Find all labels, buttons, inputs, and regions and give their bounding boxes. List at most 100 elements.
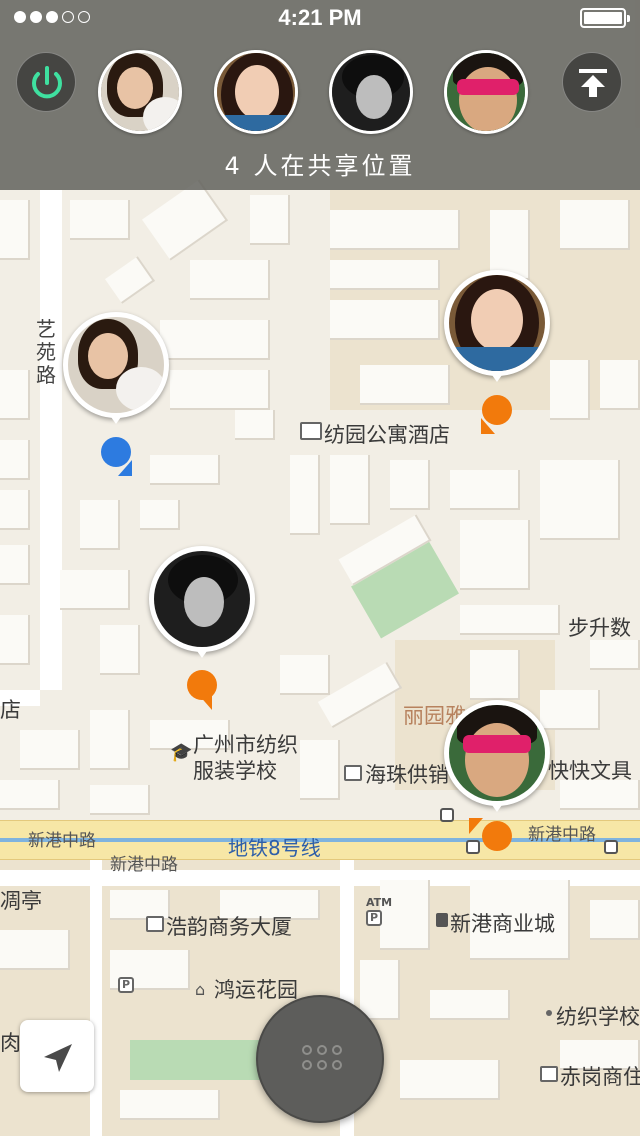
poi-label: 纺园公寓酒店 bbox=[324, 423, 450, 447]
building bbox=[280, 655, 330, 695]
building bbox=[141, 179, 229, 261]
park-area bbox=[130, 1040, 260, 1080]
friend-pin-man-bw[interactable] bbox=[149, 546, 255, 658]
building bbox=[0, 615, 30, 665]
friend-pin-man-sunglasses[interactable] bbox=[444, 700, 550, 812]
poi-label: 浩韵商务大厦 bbox=[166, 915, 292, 939]
building bbox=[90, 710, 130, 770]
building bbox=[600, 360, 640, 410]
building bbox=[550, 360, 590, 420]
building bbox=[160, 320, 270, 360]
avatar-girl-with-cat[interactable] bbox=[98, 50, 182, 134]
status-bar: 4:21 PM bbox=[0, 0, 640, 36]
avatar-man-bw bbox=[154, 551, 250, 647]
building bbox=[330, 455, 370, 525]
building bbox=[560, 200, 630, 250]
power-icon bbox=[32, 66, 62, 99]
location-arrow-icon bbox=[44, 1044, 72, 1072]
atm-label: ATM bbox=[366, 896, 393, 909]
battery-icon bbox=[580, 8, 630, 28]
bus-stop-icon bbox=[604, 840, 618, 854]
building bbox=[330, 260, 440, 290]
building bbox=[0, 200, 30, 260]
avatar-girl-braids bbox=[449, 275, 545, 371]
hotel-icon bbox=[300, 422, 322, 440]
menu-button[interactable] bbox=[256, 995, 384, 1123]
building bbox=[317, 662, 403, 728]
building bbox=[0, 780, 60, 810]
poi-label: 服装学校 bbox=[193, 759, 277, 783]
poi-label: 鸿运花园 bbox=[214, 978, 298, 1002]
home-icon: ⌂ bbox=[195, 980, 206, 999]
building bbox=[150, 455, 220, 485]
building bbox=[0, 545, 30, 585]
move-to-top-button[interactable] bbox=[562, 52, 622, 112]
poi-dot bbox=[546, 1010, 552, 1016]
power-button[interactable] bbox=[16, 52, 76, 112]
building bbox=[390, 460, 430, 510]
building bbox=[590, 640, 640, 670]
poi-label: 快快文具 bbox=[548, 759, 632, 783]
building bbox=[380, 880, 430, 950]
building bbox=[70, 200, 130, 240]
building bbox=[170, 370, 270, 410]
bus-stop-icon bbox=[466, 840, 480, 854]
locate-me-button[interactable] bbox=[20, 1020, 94, 1092]
building bbox=[590, 900, 640, 940]
poi-label: 店 bbox=[0, 698, 21, 722]
building bbox=[250, 195, 290, 245]
heading-arrow bbox=[118, 460, 132, 476]
heading-arrow bbox=[469, 818, 483, 834]
poi-label: 纺织学校 bbox=[556, 1005, 640, 1029]
road-label: 新港中路 bbox=[528, 825, 596, 845]
building bbox=[300, 740, 340, 800]
shopping-icon bbox=[436, 913, 448, 927]
building bbox=[0, 440, 30, 480]
building bbox=[20, 730, 80, 770]
building bbox=[80, 500, 120, 550]
building bbox=[450, 470, 520, 510]
parking-icon: P bbox=[366, 910, 382, 926]
heading-arrow bbox=[481, 418, 495, 434]
parking-icon: P bbox=[118, 977, 134, 993]
school-icon: 🎓 bbox=[170, 742, 193, 763]
building bbox=[330, 210, 460, 250]
building bbox=[360, 365, 450, 405]
building bbox=[0, 930, 70, 970]
avatar-man-bw[interactable] bbox=[329, 50, 413, 134]
building bbox=[235, 410, 275, 440]
road-label: 新港中路 bbox=[28, 831, 96, 851]
building bbox=[0, 490, 30, 530]
road-label: 新港中路 bbox=[110, 855, 178, 875]
building-icon bbox=[540, 1066, 558, 1082]
avatar-man-sunglasses bbox=[449, 705, 545, 801]
building bbox=[470, 650, 520, 700]
building bbox=[90, 785, 150, 815]
road bbox=[90, 860, 102, 1136]
status-time: 4:21 PM bbox=[278, 5, 362, 30]
grid-dots-icon bbox=[302, 1045, 342, 1073]
building bbox=[105, 256, 155, 304]
building bbox=[540, 460, 620, 540]
building bbox=[120, 1090, 220, 1120]
building bbox=[460, 605, 560, 635]
sharing-count-text: 4 人在共享位置 bbox=[224, 152, 416, 180]
poi-label: 步升数 bbox=[568, 616, 631, 640]
building bbox=[330, 300, 440, 340]
avatar-girl-with-cat bbox=[68, 317, 164, 413]
building bbox=[190, 260, 270, 300]
building bbox=[60, 570, 130, 610]
poi-label: 凋亭 bbox=[0, 889, 42, 913]
poi-label: 赤岗商住 bbox=[560, 1065, 640, 1089]
friend-pin-girl-braids[interactable] bbox=[444, 270, 550, 382]
friend-pin-girl-with-cat[interactable] bbox=[63, 312, 169, 424]
building bbox=[460, 520, 530, 590]
building-icon bbox=[146, 916, 164, 932]
building bbox=[140, 500, 180, 530]
heading-arrow bbox=[198, 694, 212, 710]
building bbox=[360, 960, 400, 1020]
building bbox=[430, 990, 510, 1020]
avatar-girl-braids[interactable] bbox=[214, 50, 298, 134]
avatar-man-sunglasses[interactable] bbox=[444, 50, 528, 134]
location-dot-orange bbox=[482, 821, 512, 851]
